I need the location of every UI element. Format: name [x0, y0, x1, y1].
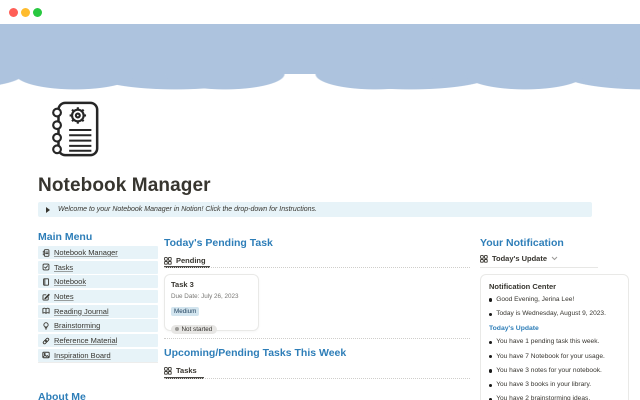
view-divider [164, 267, 470, 268]
sidebar-item-notebook[interactable]: Notebook [38, 275, 158, 288]
update-text: You have 1 pending task this week. [496, 338, 599, 346]
bullet-icon [489, 355, 492, 358]
list-item: You have 2 brainstorming ideas. [489, 395, 620, 400]
about-me-heading: About Me [38, 391, 86, 400]
task-check-icon [42, 263, 50, 271]
gallery-grid-icon [164, 367, 172, 375]
section-heading-todays-pending-task: Today's Pending Task [164, 237, 273, 249]
status-badge: Not started [171, 325, 217, 334]
list-item: You have 3 notes for your notebook. [489, 367, 620, 375]
bullet-icon [489, 313, 492, 316]
tab-pending[interactable]: Pending [164, 256, 206, 265]
view-divider [164, 378, 470, 379]
sidebar-item-notes[interactable]: Notes [38, 290, 158, 303]
lightbulb-icon [42, 322, 50, 330]
section-heading-your-notification: Your Notification [480, 237, 564, 249]
view-divider [480, 267, 598, 268]
task-due-date: Due Date: July 26, 2023 [171, 293, 252, 300]
main-menu-list: Notebook Manager Tasks Notebook Notes [38, 246, 158, 364]
book-icon [42, 278, 50, 286]
date-text: Today is Wednesday, August 9, 2023. [496, 310, 606, 318]
update-text: You have 3 books in your library. [496, 381, 591, 389]
triangle-right-icon[interactable] [46, 207, 50, 213]
notification-center-card[interactable]: Notification Center Good Evening, Jerina… [480, 274, 629, 400]
gallery-grid-icon [164, 257, 172, 265]
priority-badge: Medium [171, 307, 199, 316]
callout-text: Welcome to your Notebook Manager in Noti… [58, 206, 317, 213]
instructions-callout[interactable]: Welcome to your Notebook Manager in Noti… [38, 202, 592, 217]
sidebar-item-label: Notes [54, 292, 74, 301]
sidebar-item-label: Brainstorming [54, 321, 100, 330]
list-item: You have 7 Notebook for your usage. [489, 353, 620, 361]
sidebar-item-label: Inspiration Board [54, 351, 111, 360]
bullet-icon [489, 298, 492, 301]
zoom-button[interactable] [33, 8, 42, 17]
sidebar-divider [38, 362, 158, 363]
sidebar-item-label: Reference Material [54, 336, 117, 345]
section-divider [164, 338, 470, 339]
list-item: You have 1 pending task this week. [489, 338, 620, 346]
picture-icon [42, 351, 50, 359]
list-item: You have 3 books in your library. [489, 381, 620, 389]
main-menu-heading: Main Menu [38, 231, 92, 243]
sidebar-item-label: Notebook [54, 277, 86, 286]
update-text: You have 3 notes for your notebook. [496, 367, 602, 375]
view-selector-todays-update[interactable]: Today's Update [480, 254, 558, 263]
todays-update-subheading: Today's Update [489, 325, 620, 332]
minimize-button[interactable] [21, 8, 30, 17]
list-item: Good Evening, Jerina Lee! [489, 296, 620, 304]
sidebar-item-brainstorming[interactable]: Brainstorming [38, 319, 158, 332]
pencil-note-icon [42, 293, 50, 301]
chevron-down-icon [551, 256, 558, 261]
sidebar-item-tasks[interactable]: Tasks [38, 261, 158, 274]
task-card[interactable]: Task 3 Due Date: July 26, 2023 Medium No… [164, 274, 259, 331]
sidebar-item-label: Reading Journal [54, 307, 109, 316]
sidebar-item-reference-material[interactable]: Reference Material [38, 334, 158, 347]
task-title: Task 3 [171, 280, 252, 289]
notebook-icon [42, 249, 50, 257]
status-label: Not started [182, 326, 213, 333]
bullet-icon [489, 384, 492, 387]
open-book-icon [42, 307, 50, 315]
tab-label: Tasks [176, 366, 197, 375]
gallery-grid-icon [480, 255, 488, 263]
section-heading-upcoming-tasks: Upcoming/Pending Tasks This Week [164, 347, 346, 359]
sidebar-item-label: Tasks [54, 263, 73, 272]
window-titlebar [0, 0, 640, 24]
app-window: Notebook Manager Welcome to your Noteboo… [0, 0, 640, 400]
tab-label: Today's Update [492, 254, 547, 263]
bullet-icon [489, 341, 492, 344]
cover-banner [0, 24, 640, 74]
sidebar-item-notebook-manager[interactable]: Notebook Manager [38, 246, 158, 259]
tab-tasks[interactable]: Tasks [164, 366, 197, 375]
notebook-gear-icon[interactable] [44, 100, 102, 163]
link-icon [42, 337, 50, 345]
sidebar-item-inspiration-board[interactable]: Inspiration Board [38, 349, 158, 362]
tab-label: Pending [176, 256, 206, 265]
greeting-text: Good Evening, Jerina Lee! [496, 296, 574, 304]
status-dot-icon [175, 327, 179, 331]
update-text: You have 2 brainstorming ideas. [496, 395, 590, 400]
close-button[interactable] [9, 8, 18, 17]
sidebar-item-reading-journal[interactable]: Reading Journal [38, 305, 158, 318]
list-item: Today is Wednesday, August 9, 2023. [489, 310, 620, 318]
bullet-icon [489, 369, 492, 372]
notification-card-title: Notification Center [489, 282, 620, 291]
sidebar-item-label: Notebook Manager [54, 248, 118, 257]
update-text: You have 7 Notebook for your usage. [496, 353, 605, 361]
cover-banner-cloud-edge [0, 74, 640, 96]
page-title: Notebook Manager [38, 175, 211, 197]
